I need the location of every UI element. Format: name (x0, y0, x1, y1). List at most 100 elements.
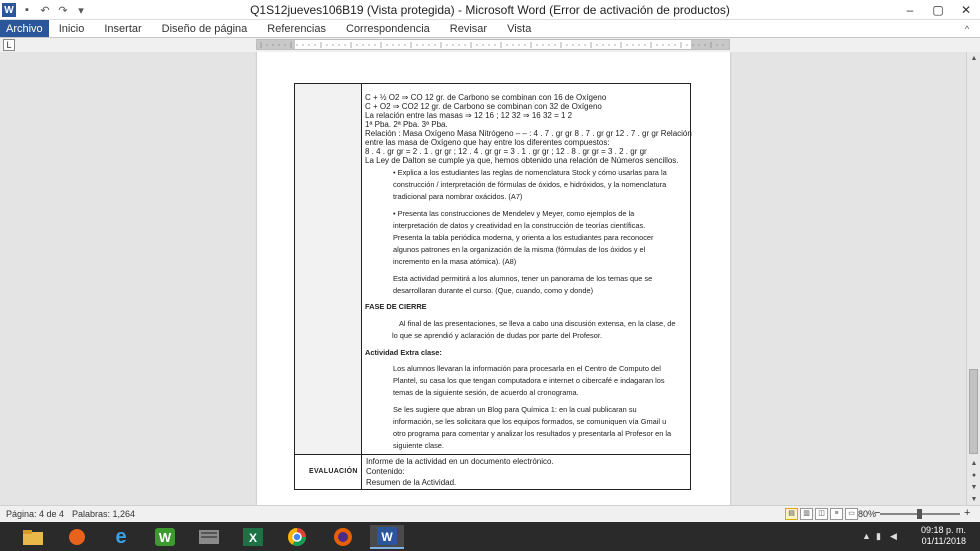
system-clock[interactable]: 09:18 p. m. 01/11/2018 (921, 525, 966, 547)
tab-archivo[interactable]: Archivo (0, 20, 49, 37)
show-hidden-icons-icon[interactable]: ▲ (862, 531, 871, 541)
orange-app-icon[interactable] (60, 525, 94, 549)
web-layout-icon[interactable]: ◫ (815, 508, 828, 520)
redo-icon[interactable]: ↷ (56, 4, 70, 17)
svg-text:W: W (159, 530, 172, 545)
svg-text:W: W (381, 530, 393, 544)
minimize-button[interactable]: – (896, 0, 924, 20)
extra-activity-text: información, se les solicitara que los e… (393, 417, 667, 426)
zoom-in-button[interactable]: + (964, 507, 970, 519)
word-taskbar-icon[interactable]: W (370, 525, 404, 549)
vertical-scrollbar[interactable]: ▲ ▲ ● ▼ ▼ (966, 52, 980, 505)
customize-qat-icon[interactable]: ▾ (74, 4, 88, 17)
table-column-divider (361, 84, 362, 489)
scroll-down-icon[interactable]: ▼ (967, 493, 980, 505)
tab-diseno-de-pagina[interactable]: Diseño de página (152, 20, 258, 37)
bullet-mendelev-meyer: • Presenta las construcciones de Mendele… (393, 209, 635, 218)
table-row-divider (295, 454, 690, 455)
clock-time: 09:18 p. m. (920, 525, 966, 535)
activity-note: desarrollaran durante el curso. (Que, cu… (393, 286, 594, 295)
chem-line: entre las masa de Oxígeno que hay entre … (365, 138, 610, 147)
green-w-app-icon[interactable]: W (148, 525, 182, 549)
status-bar: Página: 4 de 4 Palabras: 1,264 ▤ ▥ ◫ ≡ ▭… (0, 505, 980, 522)
page-count[interactable]: Página: 4 de 4 (6, 509, 64, 519)
bullet-mendelev-meyer: incremento en la masa atómica). (A8) (393, 257, 517, 266)
horizontal-ruler[interactable] (256, 39, 730, 50)
document-area[interactable]: C + ½ O2 ⇒ CO 12 gr. de Carbono se combi… (0, 52, 966, 505)
chem-line: 8 . 4 . gr gr = 2 . 1 . gr gr ; 12 . 4 .… (365, 147, 647, 156)
tab-inicio[interactable]: Inicio (49, 20, 95, 37)
extra-activity-text: siguiente clase. (393, 441, 444, 450)
ruler-row: L (0, 38, 980, 52)
word-app-icon[interactable]: W (2, 3, 16, 17)
tab-revisar[interactable]: Revisar (440, 20, 497, 37)
network-icon[interactable]: ▮ (876, 531, 881, 542)
title-bar: W ▪ ↶ ↷ ▾ Q1S12jueves106B19 (Vista prote… (0, 0, 980, 20)
table-left-cell (295, 84, 361, 454)
chrome-icon[interactable] (280, 525, 314, 549)
closing-phase-heading: FASE DE CIERRE (365, 302, 427, 311)
extra-activity-text: Se les sugiere que abran un Blog para Qu… (393, 405, 637, 414)
bullet-mendelev-meyer: algunos patrones en la organización de l… (393, 245, 646, 254)
bullet-mendelev-meyer: interpretación de datos y creatividad en… (393, 221, 646, 230)
chem-line: La relación entre las masas ⇒ 12 16 ; 12… (365, 111, 573, 120)
tab-selector-button[interactable]: L (3, 39, 15, 51)
tab-insertar[interactable]: Insertar (94, 20, 151, 37)
file-explorer-icon[interactable] (16, 525, 50, 549)
ribbon-tabs: Archivo Inicio Insertar Diseño de página… (0, 20, 980, 38)
zoom-slider-thumb[interactable] (917, 509, 922, 519)
closing-phase-text: Al final de las presentaciones, se lleva… (399, 319, 676, 328)
bullet-mendelev-meyer: Presenta la tabla periódica moderna, y o… (393, 233, 654, 242)
activity-note: Esta actividad permitirá a los alumnos, … (393, 274, 653, 283)
lesson-table: C + ½ O2 ⇒ CO 12 gr. de Carbono se combi… (294, 83, 692, 490)
system-tray: ▲ ▮ ◀ 09:18 p. m. 01/11/2018 (860, 522, 980, 551)
chem-line: C + ½ O2 ⇒ CO 12 gr. de Carbono se combi… (365, 93, 607, 102)
extra-activity-text: Los alumnos llevaran la información para… (393, 364, 661, 373)
tab-referencias[interactable]: Referencias (257, 20, 336, 37)
save-icon[interactable]: ▪ (20, 4, 34, 16)
extra-activity-text: Plantel, su casa los que tengan computad… (393, 376, 665, 385)
evaluation-label: EVALUACIÓN (309, 468, 358, 475)
bullet-stock-nomenclature: tradicional para nombrar oxácidos. (A7) (393, 192, 523, 201)
svg-text:X: X (249, 531, 257, 545)
extra-activity-heading: Actividad Extra clase: (365, 348, 442, 357)
document-page[interactable]: C + ½ O2 ⇒ CO 12 gr. de Carbono se combi… (257, 52, 730, 505)
select-browse-object-icon[interactable]: ● (967, 469, 980, 481)
scroll-up-icon[interactable]: ▲ (967, 52, 980, 64)
internet-explorer-icon[interactable]: e (104, 525, 138, 549)
bullet-stock-nomenclature: • Explica a los estudiantes las reglas d… (393, 168, 667, 177)
windows-taskbar: e W X W ▲ ▮ ◀ 09:18 p. m. 01/11/2018 (0, 522, 980, 551)
window-title: Q1S12jueves106B19 (Vista protegida) - Mi… (250, 3, 730, 17)
draft-view-icon[interactable]: ▭ (845, 508, 858, 520)
excel-icon[interactable]: X (236, 525, 270, 549)
firefox-icon[interactable] (326, 525, 360, 549)
chem-line: 1ª Pba. 2ª Pba. 3ª Pba. (365, 120, 448, 129)
tab-vista[interactable]: Vista (497, 20, 541, 37)
word-count[interactable]: Palabras: 1,264 (72, 509, 135, 519)
extra-activity-text: otro programa para comentar y analizar l… (393, 429, 672, 438)
print-layout-view-icon[interactable]: ▤ (785, 508, 798, 520)
scroll-up-page-icon[interactable]: ▲ (967, 457, 980, 469)
restore-button[interactable]: ▢ (924, 0, 952, 20)
clock-date: 01/11/2018 (921, 536, 966, 546)
evaluation-line: Informe de la actividad en un documento … (366, 457, 554, 466)
ruler-ticks (260, 42, 724, 48)
close-button[interactable]: ✕ (952, 0, 980, 20)
tab-correspondencia[interactable]: Correspondencia (336, 20, 440, 37)
scroll-down-page-icon[interactable]: ▼ (967, 481, 980, 493)
closing-phase-text: lo que se aprendió y aclaración de dudas… (392, 331, 602, 340)
chem-line: C + O2 ⇒ CO2 12 gr. de Carbono se combin… (365, 102, 602, 111)
volume-icon[interactable]: ◀ (890, 531, 897, 542)
gray-app-icon[interactable] (192, 525, 226, 549)
extra-activity-text: temas de la siguiente sesión, de acuerdo… (393, 388, 579, 397)
full-screen-reading-icon[interactable]: ▥ (800, 508, 813, 520)
ribbon-expand-icon[interactable]: ^ (954, 20, 980, 37)
evaluation-line: Resumen de la Actividad. (366, 478, 457, 487)
outline-view-icon[interactable]: ≡ (830, 508, 843, 520)
quick-access-toolbar: W ▪ ↶ ↷ ▾ (2, 2, 88, 18)
scrollbar-thumb[interactable] (969, 369, 978, 454)
chem-line: Relación : Masa Oxígeno Masa Nitrógeno –… (365, 129, 692, 138)
undo-icon[interactable]: ↶ (38, 4, 52, 17)
bullet-stock-nomenclature: construcción / interpretación de fórmula… (393, 180, 667, 189)
evaluation-line: Contenido: (366, 467, 405, 476)
